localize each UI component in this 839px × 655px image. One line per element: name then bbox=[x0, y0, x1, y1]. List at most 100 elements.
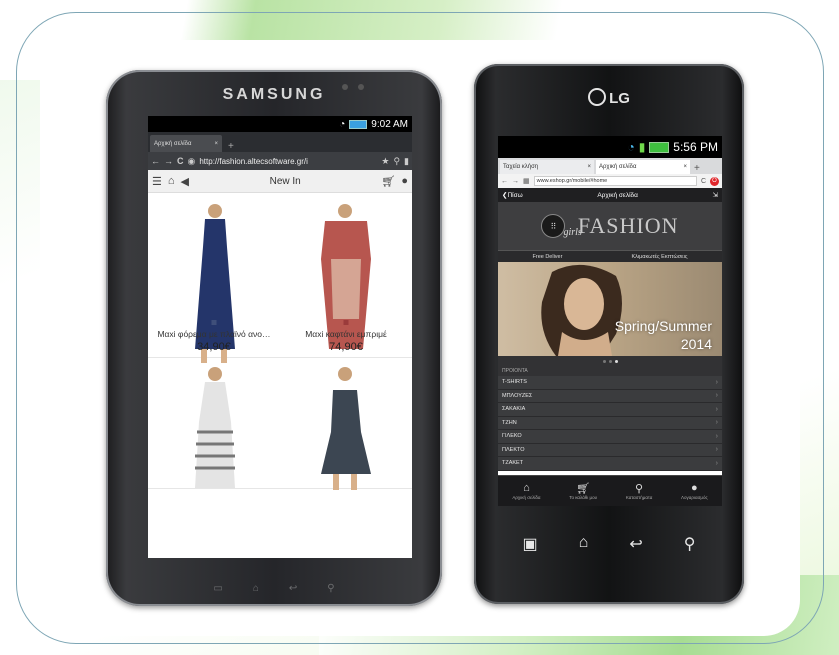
back-key-icon[interactable]: ↩ bbox=[289, 583, 297, 594]
category-item[interactable]: ΤΖΑΚΕΤ › bbox=[498, 457, 722, 471]
back-button[interactable]: ❮Πίσω bbox=[502, 191, 523, 199]
close-tab-icon[interactable]: × bbox=[683, 164, 687, 170]
category-item[interactable]: T-SHIRTS › bbox=[498, 376, 722, 390]
close-tab-icon[interactable]: × bbox=[214, 141, 218, 147]
close-tab-icon[interactable]: × bbox=[587, 164, 591, 170]
search-key-icon[interactable]: ⚲ bbox=[327, 583, 334, 594]
tab-stores[interactable]: ⚲ Καταστήματα bbox=[626, 482, 652, 500]
status-time: 5:56 PM bbox=[673, 140, 718, 154]
home-key-icon[interactable]: ⌂ bbox=[253, 583, 259, 594]
reload-icon[interactable]: C bbox=[701, 178, 706, 185]
tab-title: Αρχική σελίδα bbox=[154, 140, 192, 147]
chevron-right-icon: › bbox=[715, 392, 718, 400]
wifi-icon: ◔ bbox=[339, 118, 346, 130]
secure-icon: ◉ bbox=[187, 155, 196, 166]
reload-icon[interactable]: C bbox=[177, 156, 184, 166]
phone-brand: LG bbox=[474, 88, 744, 107]
camera-icon bbox=[342, 84, 348, 90]
status-time: 9:02 AM bbox=[371, 118, 408, 130]
search-key-icon[interactable]: ⚲ bbox=[684, 534, 696, 554]
tab-home[interactable]: Αρχική σελίδα × bbox=[150, 135, 222, 152]
home-icon: ⌂ bbox=[523, 482, 530, 494]
product-card[interactable]: Μαxi καφτάνι εμπριμέ 74,90€ bbox=[280, 193, 412, 358]
menu-grid-icon[interactable]: ▦ bbox=[523, 177, 530, 185]
bookmark-icon[interactable]: ▮ bbox=[404, 156, 409, 167]
phone-hardware-keys: ▣ ⌂ ↩ ⚲ bbox=[502, 534, 716, 554]
new-tab-icon[interactable]: + bbox=[692, 163, 700, 174]
product-name[interactable]: Μαxi καφτάνι εμπριμέ bbox=[280, 329, 412, 339]
product-image bbox=[195, 367, 235, 488]
exit-icon[interactable]: ⇲ bbox=[713, 191, 718, 199]
home-icon[interactable]: ⌂ bbox=[168, 175, 175, 187]
banner-title: Spring/Summer bbox=[614, 318, 712, 334]
url-field[interactable]: http://fashion.altecsoftware.gr/i bbox=[199, 157, 377, 166]
color-swatch[interactable] bbox=[211, 320, 217, 325]
back-arrow-icon[interactable]: ← bbox=[501, 178, 508, 185]
carousel-dots[interactable] bbox=[498, 356, 722, 366]
category-item[interactable]: ΠΛΕΚΤΟ › bbox=[498, 443, 722, 457]
product-name[interactable]: Μαxi φόρεμα με πλαϊνό ανο… bbox=[148, 329, 280, 339]
banner-model-image bbox=[541, 264, 622, 356]
tablet-screen: ◔ 9:02 AM Αρχική σελίδα × + ← → C ◉ http… bbox=[148, 116, 412, 558]
product-card[interactable]: Μαxi φόρεμα με πλαϊνό ανο… 34,90€ bbox=[148, 193, 280, 363]
logo-badge-icon: ⠿ bbox=[541, 214, 566, 238]
chevron-right-icon: › bbox=[715, 378, 718, 386]
home-key-icon[interactable]: ⌂ bbox=[579, 534, 589, 554]
chevron-right-icon: › bbox=[715, 405, 718, 413]
tablet-brand: SAMSUNG bbox=[222, 86, 326, 103]
search-icon[interactable]: ⚲ bbox=[393, 156, 400, 167]
new-tab-icon[interactable]: + bbox=[228, 141, 234, 152]
browser-tabs: Αρχική σελίδα × + bbox=[148, 132, 412, 152]
signal-icon: ▮ bbox=[638, 140, 646, 154]
user-icon[interactable]: ● bbox=[401, 175, 408, 187]
samsung-tablet: SAMSUNG ◔ 9:02 AM Αρχική σελίδα × + ← → … bbox=[106, 70, 442, 606]
forward-arrow-icon[interactable]: → bbox=[164, 156, 173, 166]
tab-home[interactable]: ⌂ Αρχική σελίδα bbox=[512, 482, 540, 500]
color-swatch[interactable] bbox=[343, 320, 349, 325]
browser-tabs: Ταχεία κλήση × Αρχική σελίδα × + bbox=[498, 158, 722, 174]
menu-key-icon[interactable]: ▭ bbox=[213, 583, 222, 594]
product-card[interactable] bbox=[280, 358, 412, 490]
bookmark-star-icon[interactable]: ★ bbox=[381, 156, 389, 167]
product-grid: Μαxi φόρεμα με πλαϊνό ανο… 34,90€ Μαxi κ… bbox=[148, 193, 412, 490]
product-image bbox=[321, 367, 371, 490]
chevron-right-icon: › bbox=[715, 446, 718, 454]
menu-key-icon[interactable]: ▣ bbox=[523, 534, 538, 554]
tab-account[interactable]: ● Λογαριασμός bbox=[681, 482, 708, 500]
page-title: Αρχική σελίδα bbox=[597, 191, 638, 199]
product-card[interactable] bbox=[148, 358, 280, 489]
back-key-icon[interactable]: ↩ bbox=[629, 534, 642, 554]
chevron-right-icon: › bbox=[715, 459, 718, 467]
tablet-hardware-keys: ▭ ⌂ ↩ ⚲ bbox=[106, 583, 442, 594]
category-item[interactable]: ΓΙΛΕΚΟ › bbox=[498, 430, 722, 444]
product-price: 34,90€ bbox=[197, 341, 231, 353]
forward-arrow-icon[interactable]: → bbox=[512, 178, 519, 185]
page-title: New In bbox=[269, 175, 301, 187]
category-item[interactable]: ΣΑΚΑΚΙΑ › bbox=[498, 403, 722, 417]
site-navbar: ☰ ⌂ ◀ New In 🛒︎ ● bbox=[148, 170, 412, 193]
menu-icon[interactable]: ☰ bbox=[152, 175, 162, 188]
chevron-right-icon: › bbox=[715, 432, 718, 440]
category-item[interactable]: ΜΠΛΟΥΖΕΣ › bbox=[498, 389, 722, 403]
location-pin-icon: ⚲ bbox=[635, 483, 644, 495]
tab-home[interactable]: Αρχική σελίδα × bbox=[596, 160, 690, 174]
hero-banner[interactable]: Spring/Summer 2014 bbox=[498, 262, 722, 356]
phone-screen: ◔ ▮ 5:56 PM Ταχεία κλήση × Αρχική σελίδα ×… bbox=[498, 136, 722, 506]
tab-cart[interactable]: 🛒︎ Το καλάθι μου bbox=[569, 482, 597, 500]
status-bar: ◔ ▮ 5:56 PM bbox=[498, 136, 722, 158]
opera-icon[interactable]: O bbox=[710, 176, 719, 186]
category-item[interactable]: ΤΖΗΝ › bbox=[498, 416, 722, 430]
sensor-icon bbox=[358, 84, 364, 90]
lg-phone: LG ◔ ▮ 5:56 PM Ταχεία κλήση × Αρχική σελί… bbox=[474, 64, 744, 604]
tab-speed-dial[interactable]: Ταχεία κλήση × bbox=[500, 160, 594, 174]
battery-icon bbox=[349, 119, 368, 129]
cart-icon: 🛒︎ bbox=[576, 483, 591, 495]
back-icon[interactable]: ◀ bbox=[181, 175, 189, 188]
url-field[interactable]: www.eshop.gr/mobile/#home bbox=[533, 176, 697, 186]
user-icon: ● bbox=[691, 482, 698, 494]
cart-icon[interactable]: 🛒︎ bbox=[381, 175, 395, 188]
site-header: ❮Πίσω Αρχική σελίδα ⇲ bbox=[498, 188, 722, 202]
site-logo[interactable]: ⠿ girls FASHION bbox=[498, 202, 722, 250]
back-arrow-icon[interactable]: ← bbox=[151, 156, 160, 166]
lg-logo-icon bbox=[588, 88, 607, 106]
